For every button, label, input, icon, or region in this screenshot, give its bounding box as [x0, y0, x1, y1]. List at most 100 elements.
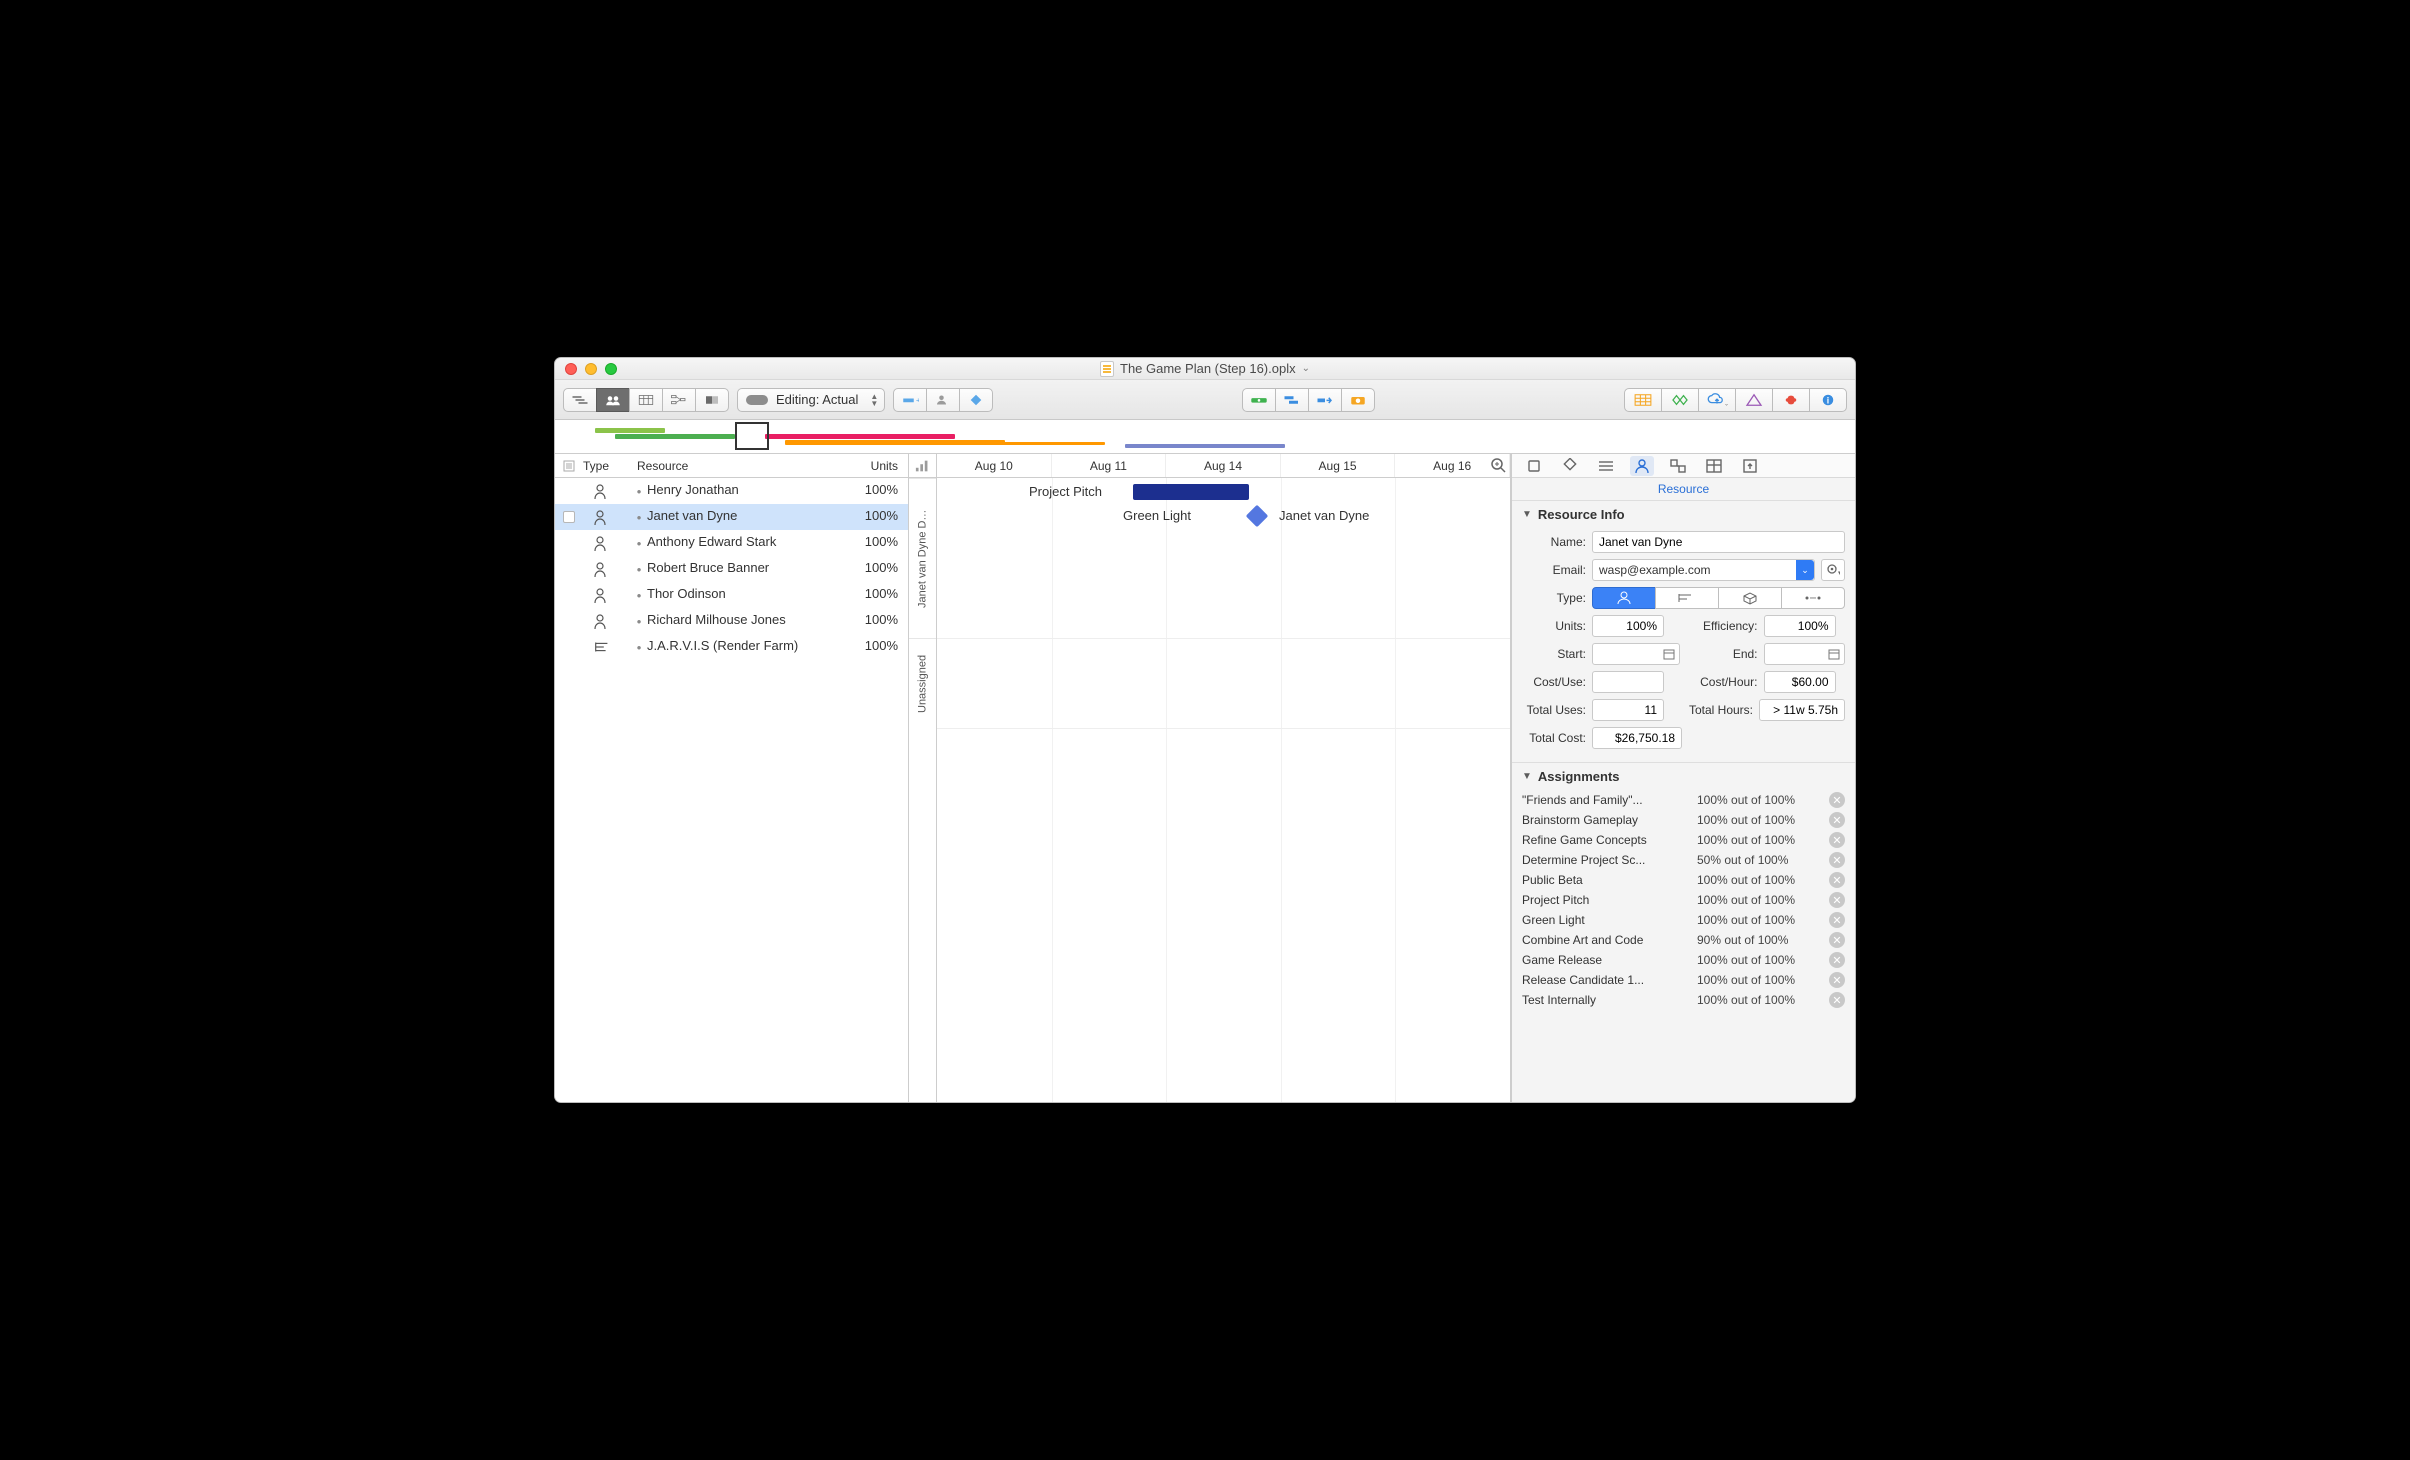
costhour-field[interactable] — [1764, 671, 1836, 693]
window-title: The Game Plan (Step 16).oplx ⌄ — [555, 361, 1855, 377]
reports-button[interactable] — [1624, 388, 1662, 412]
assignment-percent: 50% out of 100% — [1697, 853, 1823, 867]
assignment-percent: 90% out of 100% — [1697, 933, 1823, 947]
overview-viewport[interactable] — [735, 422, 769, 450]
critical-path-button[interactable] — [1735, 388, 1773, 412]
totalcost-field[interactable] — [1592, 727, 1682, 749]
section-assignments-header[interactable]: ▼ Assignments — [1512, 763, 1855, 790]
insp-tab-styles[interactable] — [1666, 456, 1690, 476]
resource-row[interactable]: •Henry Jonathan100% — [555, 478, 908, 504]
day-aug15[interactable]: Aug 15 — [1281, 454, 1396, 477]
units-field[interactable] — [1592, 615, 1664, 637]
resource-view-button[interactable] — [596, 388, 630, 412]
remove-assignment-button[interactable]: ✕ — [1829, 912, 1845, 928]
remove-assignment-button[interactable]: ✕ — [1829, 992, 1845, 1008]
catch-up-button[interactable] — [1275, 388, 1309, 412]
assignment-row[interactable]: Brainstorm Gameplay100% out of 100%✕ — [1512, 810, 1855, 830]
title-dropdown-icon[interactable]: ⌄ — [1302, 363, 1310, 374]
remove-assignment-button[interactable]: ✕ — [1829, 932, 1845, 948]
resource-row[interactable]: •Richard Milhouse Jones100% — [555, 608, 908, 634]
snapshot-button[interactable] — [1341, 388, 1375, 412]
assignment-row[interactable]: Game Release100% out of 100%✕ — [1512, 950, 1855, 970]
totaluses-field[interactable] — [1592, 699, 1664, 721]
assignment-row[interactable]: "Friends and Family"...100% out of 100%✕ — [1512, 790, 1855, 810]
insp-tab-schedule[interactable] — [1594, 456, 1618, 476]
resource-row[interactable]: •Robert Bruce Banner100% — [555, 556, 908, 582]
resource-row[interactable]: •Anthony Edward Stark100% — [555, 530, 908, 556]
resource-row[interactable]: •Thor Odinson100% — [555, 582, 908, 608]
section-resource-info-header[interactable]: ▼ Resource Info — [1512, 501, 1855, 528]
calendar-view-button[interactable] — [629, 388, 663, 412]
stop-button[interactable] — [1772, 388, 1810, 412]
remove-assignment-button[interactable]: ✕ — [1829, 972, 1845, 988]
remove-assignment-button[interactable]: ✕ — [1829, 792, 1845, 808]
costuse-field[interactable] — [1592, 671, 1664, 693]
gantt-scale-icon[interactable] — [909, 454, 936, 478]
type-group[interactable] — [1781, 587, 1845, 609]
assignment-row[interactable]: Determine Project Sc...50% out of 100%✕ — [1512, 850, 1855, 870]
assignment-row[interactable]: Public Beta100% out of 100%✕ — [1512, 870, 1855, 890]
assignment-row[interactable]: Combine Art and Code90% out of 100%✕ — [1512, 930, 1855, 950]
contacts-gear-button[interactable]: ▾ — [1821, 559, 1845, 581]
remove-assignment-button[interactable]: ✕ — [1829, 832, 1845, 848]
assignment-row[interactable]: Project Pitch100% out of 100%✕ — [1512, 890, 1855, 910]
label-name: Name: — [1522, 535, 1586, 549]
email-value: wasp@example.com — [1593, 563, 1796, 577]
row-checkbox[interactable] — [563, 511, 575, 523]
chevron-down-icon[interactable]: ⌄ — [1796, 560, 1814, 580]
gantt-grid[interactable]: Aug 10 Aug 11 Aug 14 Aug 15 Aug 16 Proje… — [937, 454, 1510, 1102]
overview-timeline[interactable] — [555, 420, 1855, 454]
col-units[interactable]: Units — [852, 459, 908, 473]
email-combo[interactable]: wasp@example.com ⌄ — [1592, 559, 1815, 581]
task-bar[interactable] — [1133, 484, 1249, 500]
remove-assignment-button[interactable]: ✕ — [1829, 892, 1845, 908]
insp-tab-milestone[interactable] — [1522, 456, 1546, 476]
day-aug10[interactable]: Aug 10 — [937, 454, 1052, 477]
styles-view-button[interactable] — [695, 388, 729, 412]
add-resource-button[interactable] — [926, 388, 960, 412]
col-resource[interactable]: Resource — [631, 459, 852, 473]
sync-button[interactable] — [1661, 388, 1699, 412]
insp-tab-custom[interactable] — [1702, 456, 1726, 476]
assignment-row[interactable]: Test Internally100% out of 100%✕ — [1512, 990, 1855, 1010]
assignment-row[interactable]: Release Candidate 1...100% out of 100%✕ — [1512, 970, 1855, 990]
lane-label-unassigned[interactable]: Unassigned — [909, 638, 936, 728]
type-staff[interactable] — [1592, 587, 1656, 609]
resource-row[interactable]: •J.A.R.V.I.S (Render Farm)100% — [555, 634, 908, 659]
assignment-row[interactable]: Refine Game Concepts100% out of 100%✕ — [1512, 830, 1855, 850]
totalhours-field[interactable] — [1759, 699, 1845, 721]
lane-label-person[interactable]: Janet van Dyne D… — [909, 478, 936, 638]
milestone-diamond[interactable] — [1246, 505, 1269, 528]
insp-tab-export[interactable] — [1738, 456, 1762, 476]
task-view-button[interactable] — [563, 388, 597, 412]
add-task-button[interactable]: + — [893, 388, 927, 412]
day-aug11[interactable]: Aug 11 — [1052, 454, 1167, 477]
insp-tab-task[interactable] — [1558, 456, 1582, 476]
publish-button[interactable]: ⌄ — [1698, 388, 1736, 412]
add-milestone-button[interactable] — [959, 388, 993, 412]
remove-assignment-button[interactable]: ✕ — [1829, 852, 1845, 868]
info-button[interactable]: i — [1809, 388, 1847, 412]
zoom-icon[interactable] — [1490, 457, 1506, 476]
efficiency-field[interactable] — [1764, 615, 1836, 637]
reschedule-button[interactable] — [1308, 388, 1342, 412]
type-material[interactable] — [1718, 587, 1782, 609]
day-aug14[interactable]: Aug 14 — [1166, 454, 1281, 477]
name-field[interactable] — [1592, 531, 1845, 553]
remove-assignment-button[interactable]: ✕ — [1829, 872, 1845, 888]
svg-text:▾: ▾ — [1838, 570, 1840, 577]
resource-row[interactable]: •Janet van Dyne100% — [555, 504, 908, 530]
assignment-percent: 100% out of 100% — [1697, 973, 1823, 987]
resource-units: 100% — [852, 534, 908, 549]
remove-assignment-button[interactable]: ✕ — [1829, 952, 1845, 968]
assignment-row[interactable]: Green Light100% out of 100%✕ — [1512, 910, 1855, 930]
type-equipment[interactable] — [1655, 587, 1719, 609]
start-date-field[interactable] — [1592, 643, 1680, 665]
end-date-field[interactable] — [1764, 643, 1846, 665]
leveling-button[interactable] — [1242, 388, 1276, 412]
col-type[interactable]: Type — [583, 459, 631, 473]
network-view-button[interactable] — [662, 388, 696, 412]
editing-mode-selector[interactable]: Editing: Actual ▲▼ — [737, 388, 885, 412]
remove-assignment-button[interactable]: ✕ — [1829, 812, 1845, 828]
insp-tab-resource[interactable] — [1630, 456, 1654, 476]
